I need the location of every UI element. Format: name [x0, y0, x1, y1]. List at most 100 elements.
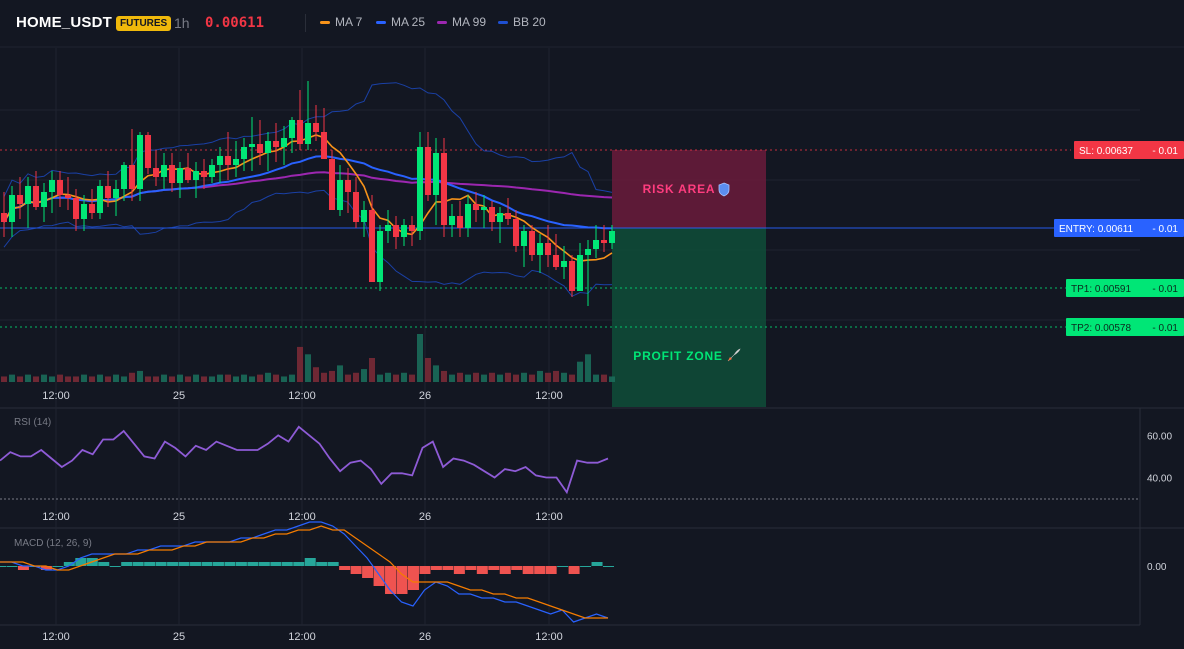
candle-body: [593, 240, 599, 249]
candle-body: [369, 210, 375, 282]
candle-body: [193, 171, 199, 180]
level-tag-2[interactable]: TP1: 0.00591 - 0.01: [1066, 279, 1184, 297]
level-tag-pnl-2: - 0.01: [1152, 284, 1178, 295]
volume-bar: [49, 376, 55, 382]
rsi-label: RSI (14): [14, 417, 51, 428]
candle-body: [1, 213, 7, 222]
candle-body: [377, 231, 383, 282]
candle-body: [97, 186, 103, 213]
candle-body: [273, 141, 279, 147]
volume-bar: [233, 376, 239, 382]
macd-hist-bar: [557, 566, 569, 567]
macd-hist-bar: [235, 562, 247, 566]
candle: [193, 162, 199, 198]
candle-body: [433, 153, 439, 195]
candle: [433, 138, 439, 225]
candle: [593, 225, 599, 258]
rsi-tick-label: 60.00: [1147, 431, 1172, 442]
macd-hist-bar: [121, 562, 133, 566]
volume-bar: [177, 374, 183, 382]
macd-hist-bar: [465, 566, 477, 570]
macd-hist-bar: [362, 566, 374, 578]
candle-body: [345, 180, 351, 192]
candle: [17, 177, 23, 219]
volume-bar: [329, 370, 335, 382]
chart-canvas[interactable]: RISK AREA PROFIT ZONE SL: 0.00637- 0.01E…: [0, 0, 1184, 649]
candle-body: [81, 204, 87, 219]
shield-icon: [718, 182, 730, 197]
volume-bar: [369, 358, 375, 382]
volume-bar: [513, 374, 519, 382]
level-tag-3[interactable]: TP2: 0.00578 - 0.01: [1066, 318, 1184, 336]
candle: [569, 255, 575, 297]
rsi-tick-label: 40.00: [1147, 474, 1172, 485]
macd-hist-bar: [534, 566, 546, 574]
candle-body: [537, 243, 543, 255]
candle-body: [457, 216, 463, 228]
candle: [185, 153, 191, 183]
volume-bar: [313, 367, 319, 382]
macd-hist-bar: [0, 566, 6, 567]
macd-label: MACD (12, 26, 9): [14, 538, 92, 549]
volume-bar: [25, 374, 31, 382]
candle-body: [409, 225, 415, 231]
profit-zone: [612, 228, 766, 407]
candle: [57, 171, 63, 207]
candle: [153, 150, 159, 186]
candle-body: [233, 159, 239, 165]
volume-bar: [481, 374, 487, 382]
volume-bar: [585, 354, 591, 382]
candle: [9, 186, 15, 237]
volume-bar: [81, 374, 87, 382]
volume-bar: [289, 374, 295, 382]
volume-bar: [41, 374, 47, 382]
level-tag-pnl-0: - 0.01: [1152, 146, 1178, 157]
candle-body: [481, 207, 487, 210]
macd-hist-bar: [132, 562, 144, 566]
candle-body: [73, 198, 79, 219]
volume-bar: [345, 374, 351, 382]
volume-bar: [609, 376, 615, 382]
ma25-line: [3, 155, 612, 230]
level-tag-label-0: SL: 0.00637: [1079, 146, 1133, 157]
level-tag-1[interactable]: ENTRY: 0.00611 - 0.01: [1054, 219, 1184, 237]
candle-body: [361, 210, 367, 222]
candle-body: [57, 180, 63, 195]
volume-bar: [209, 376, 215, 382]
macd-hist-bar: [293, 562, 305, 566]
candle: [1, 192, 7, 237]
level-tag-pnl-1: - 0.01: [1152, 224, 1178, 235]
candle-body: [225, 156, 231, 165]
chart-window: HOME_USDT FUTURES 1h 0.00611 MA 7 MA 25 …: [0, 0, 1184, 649]
volume-bar: [537, 370, 543, 382]
candle-body: [473, 204, 479, 210]
candle-body: [153, 168, 159, 177]
candle-body: [497, 213, 503, 222]
volume-bar: [105, 376, 111, 382]
macd-hist-bar: [442, 566, 454, 570]
macd-hist-bar: [511, 566, 523, 570]
candle-body: [305, 123, 311, 144]
moving-averages: [3, 134, 613, 262]
price-level-tags[interactable]: SL: 0.00637- 0.01ENTRY: 0.00611- 0.01TP1…: [1054, 141, 1184, 336]
candle: [409, 216, 415, 246]
macd-hist-bar: [453, 566, 465, 574]
macd-hist-bar: [522, 566, 534, 574]
volume-bar: [201, 376, 207, 382]
volume-bar: [449, 374, 455, 382]
x-tick-label: 25: [173, 511, 185, 523]
volume-bar: [377, 374, 383, 382]
candle: [49, 171, 55, 213]
candle-body: [257, 144, 263, 153]
volume-bar: [337, 365, 343, 382]
volume-bar: [545, 372, 551, 382]
candle-body: [217, 156, 223, 165]
candle-body: [33, 186, 39, 207]
candle-body: [265, 141, 271, 153]
candle: [481, 195, 487, 228]
volume-bar: [297, 346, 303, 382]
volume-bar: [569, 374, 575, 382]
volume-bar: [321, 372, 327, 382]
candle: [497, 207, 503, 243]
level-tag-0[interactable]: SL: 0.00637 - 0.01: [1074, 141, 1184, 159]
